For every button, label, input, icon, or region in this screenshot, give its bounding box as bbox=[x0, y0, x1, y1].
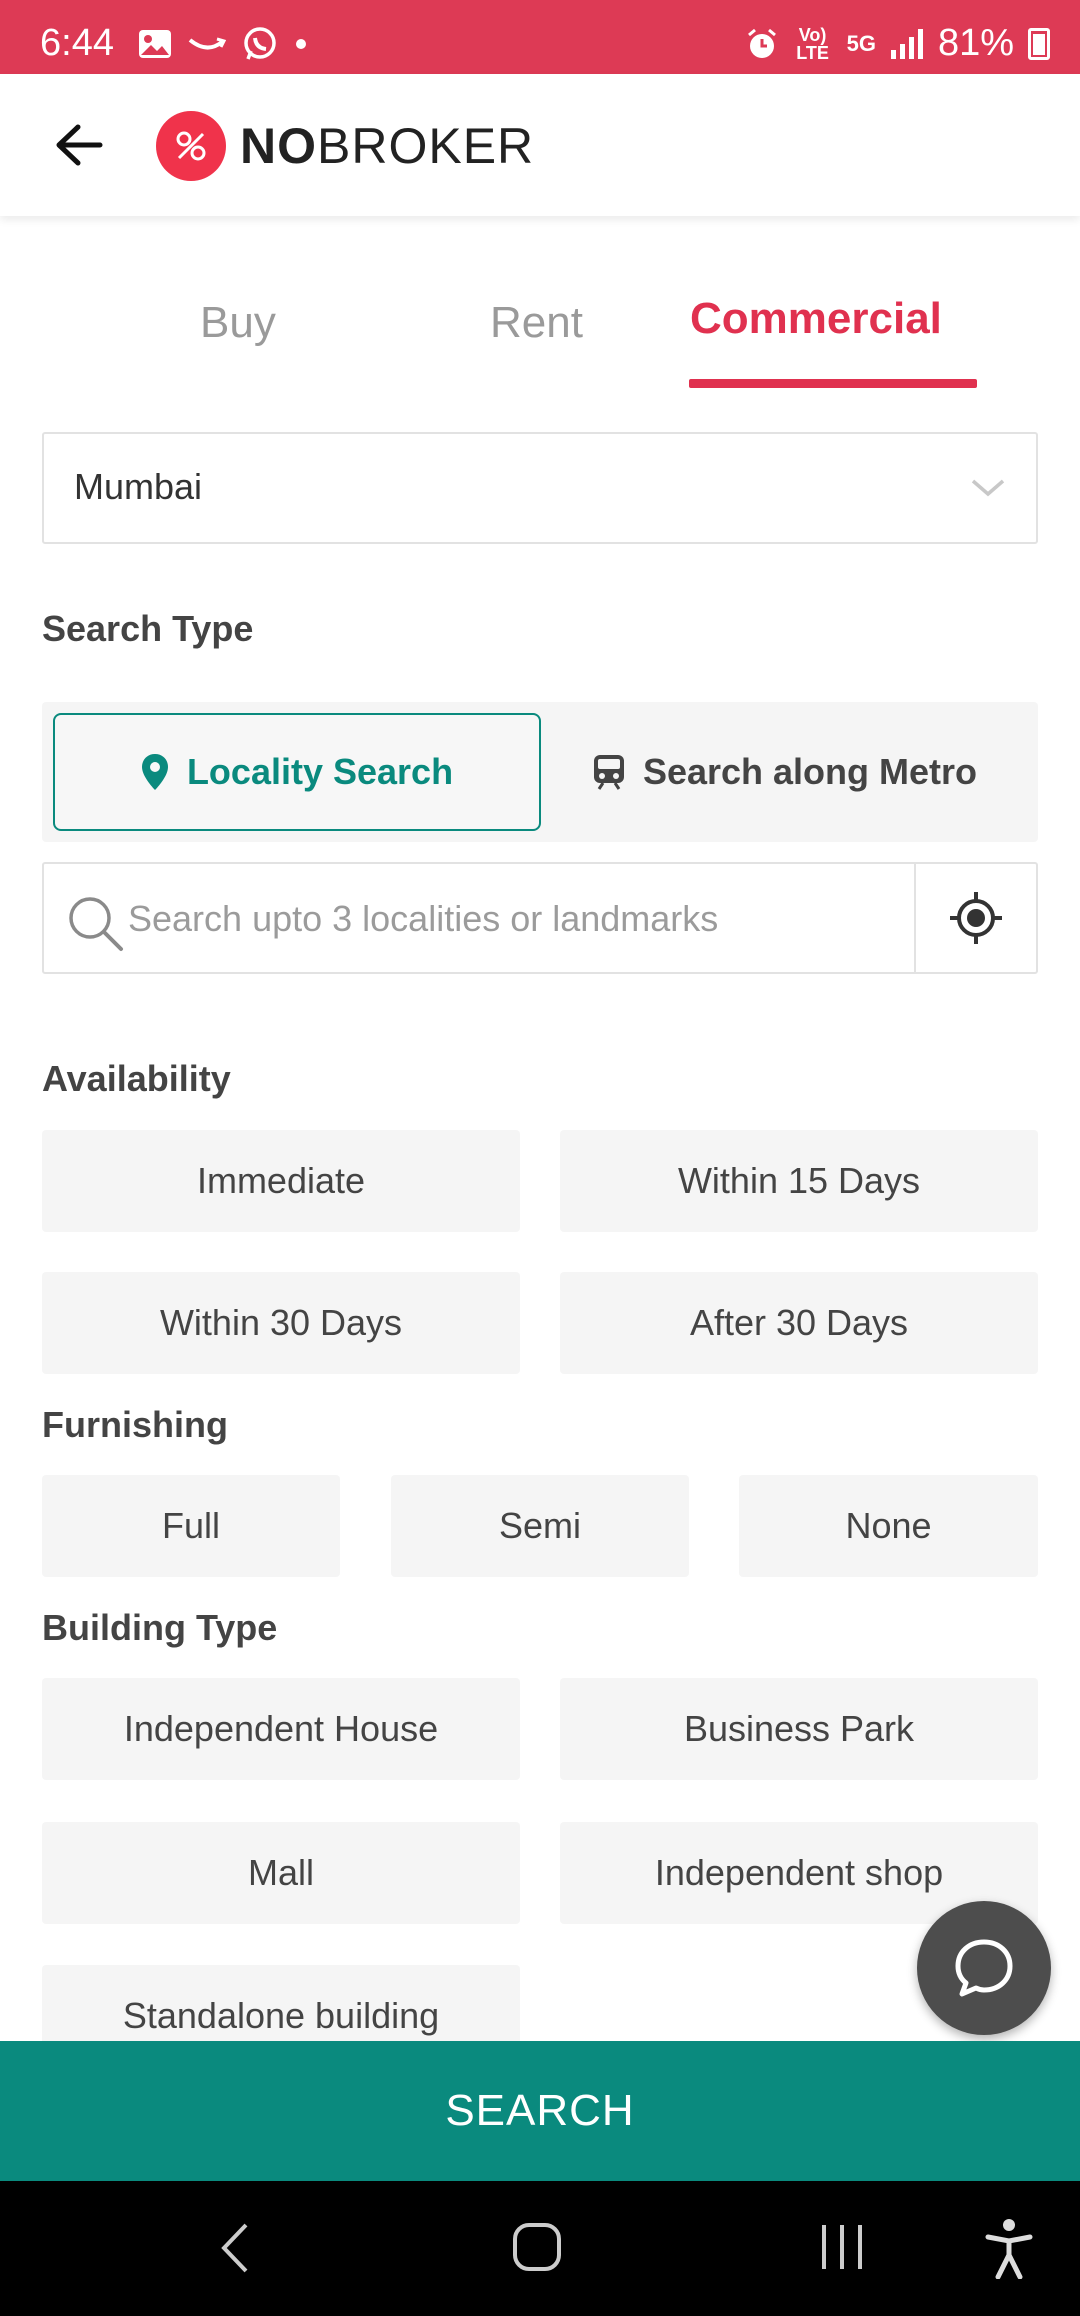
metro-train-icon bbox=[593, 755, 624, 790]
locality-search-option[interactable]: Locality Search bbox=[53, 713, 541, 831]
availability-after-30-days[interactable]: After 30 Days bbox=[560, 1272, 1038, 1374]
furnishing-semi[interactable]: Semi bbox=[391, 1475, 689, 1577]
active-tab-indicator bbox=[689, 379, 977, 388]
gps-target-icon bbox=[950, 892, 1002, 944]
back-arrow-icon bbox=[56, 124, 103, 166]
tab-rent[interactable]: Rent bbox=[490, 298, 583, 348]
search-button[interactable]: SEARCH bbox=[0, 2041, 1080, 2181]
nobroker-logo: NOBROKER bbox=[156, 111, 534, 181]
dot-icon bbox=[296, 39, 306, 49]
notification-icons bbox=[138, 26, 308, 62]
chat-button[interactable] bbox=[917, 1901, 1051, 2035]
search-icon bbox=[69, 897, 123, 951]
listing-type-tabs: Buy Rent Commercial bbox=[0, 270, 1080, 390]
locality-search-box bbox=[42, 862, 1038, 974]
gallery-icon bbox=[139, 30, 171, 58]
nav-back-icon[interactable] bbox=[218, 2221, 252, 2275]
volte-label: Vo) LTE bbox=[796, 24, 829, 63]
locality-search-input[interactable] bbox=[128, 884, 908, 954]
battery-percent: 81% bbox=[937, 22, 1014, 64]
nav-recents-icon[interactable] bbox=[818, 2221, 866, 2273]
system-nav-bar bbox=[0, 2181, 1080, 2316]
map-pin-icon bbox=[141, 754, 168, 790]
nav-home-icon[interactable] bbox=[512, 2221, 562, 2273]
network-5g-label: 5G bbox=[846, 30, 876, 56]
search-type-toggle: Locality Search Search along Metro bbox=[42, 702, 1038, 842]
metro-search-option[interactable]: Search along Metro bbox=[542, 713, 1028, 831]
availability-immediate[interactable]: Immediate bbox=[42, 1130, 520, 1232]
building-independent-house[interactable]: Independent House bbox=[42, 1678, 520, 1780]
availability-within-15-days[interactable]: Within 15 Days bbox=[560, 1130, 1038, 1232]
back-button[interactable] bbox=[48, 114, 110, 176]
status-bar: 6:44 Vo) LTE 5G 81% bbox=[0, 0, 1080, 74]
furnishing-none[interactable]: None bbox=[739, 1475, 1038, 1577]
accessibility-icon[interactable] bbox=[984, 2217, 1034, 2279]
app-header: NOBROKER bbox=[0, 74, 1080, 216]
building-business-park[interactable]: Business Park bbox=[560, 1678, 1038, 1780]
chevron-down-icon bbox=[971, 479, 1005, 497]
search-type-title: Search Type bbox=[42, 608, 254, 649]
amazon-icon bbox=[188, 37, 226, 50]
building-type-title: Building Type bbox=[42, 1607, 278, 1648]
building-mall[interactable]: Mall bbox=[42, 1822, 520, 1924]
logo-text: NOBROKER bbox=[240, 118, 535, 174]
city-dropdown[interactable]: Mumbai bbox=[42, 432, 1038, 544]
locality-search-label: Locality Search bbox=[186, 751, 454, 792]
furnishing-full[interactable]: Full bbox=[42, 1475, 340, 1577]
tab-commercial[interactable]: Commercial bbox=[690, 294, 942, 344]
battery-icon bbox=[1028, 27, 1050, 60]
signal-icon bbox=[890, 28, 923, 59]
metro-search-label: Search along Metro bbox=[642, 751, 978, 792]
availability-title: Availability bbox=[42, 1058, 231, 1099]
logo-mark-icon bbox=[156, 111, 226, 181]
chat-bubble-icon bbox=[955, 1939, 1013, 1997]
furnishing-title: Furnishing bbox=[42, 1404, 228, 1445]
alarm-icon bbox=[747, 28, 776, 58]
status-time: 6:44 bbox=[40, 22, 114, 64]
whatsapp-icon bbox=[244, 27, 276, 60]
availability-within-30-days[interactable]: Within 30 Days bbox=[42, 1272, 520, 1374]
tab-buy[interactable]: Buy bbox=[200, 298, 276, 348]
city-value: Mumbai bbox=[74, 466, 203, 507]
current-location-button[interactable] bbox=[914, 864, 1036, 972]
